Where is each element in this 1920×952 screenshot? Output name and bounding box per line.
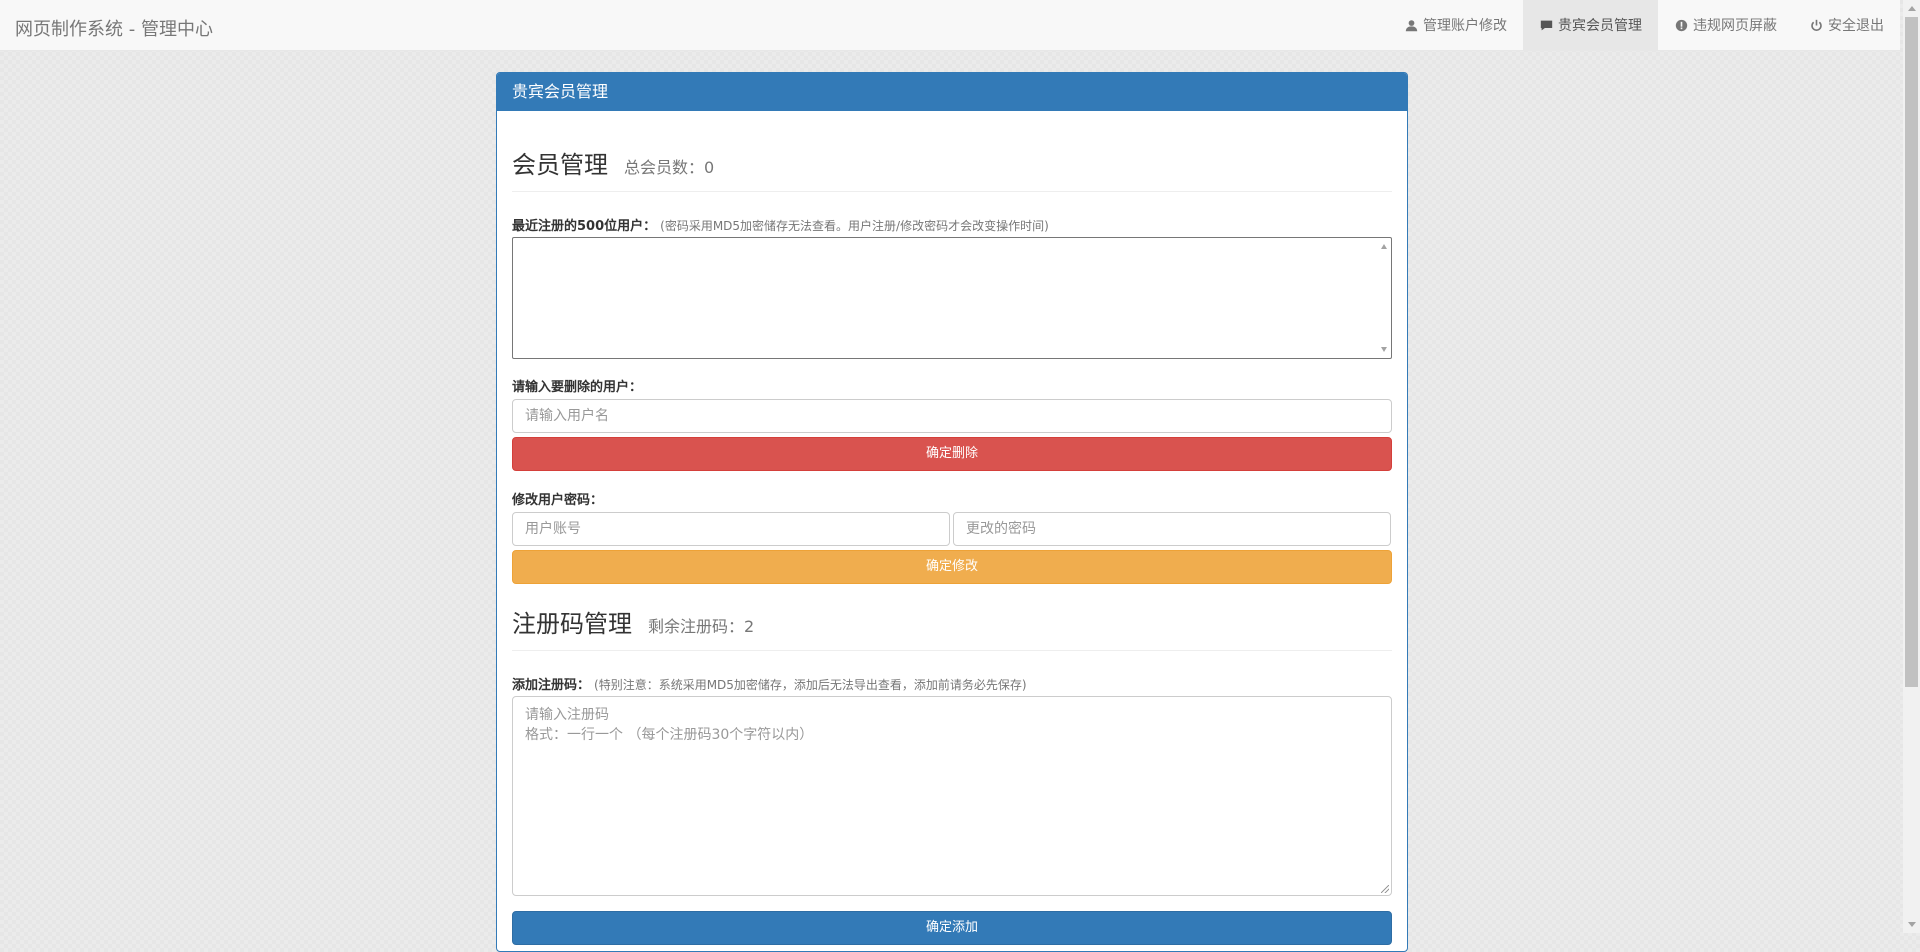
exclamation-sign-icon [1674, 18, 1688, 32]
add-codes-label: 添加注册码： (特别注意：系统采用MD5加密储存，添加后无法导出查看，添加前请务必… [512, 674, 1027, 693]
codes-title: 注册码管理 [512, 610, 632, 638]
nav-item-logout[interactable]: 安全退出 [1793, 0, 1900, 50]
panel-heading: 贵宾会员管理 [497, 73, 1407, 111]
nav-item-admin-account[interactable]: 管理账户修改 [1388, 0, 1523, 50]
scroll-down-arrow-icon[interactable] [1908, 922, 1916, 927]
textarea-scrollbar[interactable] [1377, 238, 1391, 358]
nav-item-label: 贵宾会员管理 [1558, 18, 1642, 34]
registration-codes-textarea[interactable]: 请输入注册码 格式：一行一个 （每个注册码30个字符以内） [512, 696, 1392, 896]
codes-section-header: 注册码管理 剩余注册码：2 [512, 604, 754, 639]
top-navbar: 网页制作系统 - 管理中心 管理账户修改 贵宾会员管理 违规网页屏蔽 安全退出 [0, 0, 1900, 51]
confirm-delete-button[interactable]: 确定删除 [512, 437, 1392, 471]
nav-item-label: 管理账户修改 [1423, 18, 1507, 34]
recent-users-hint: (密码采用MD5加密储存无法查看。用户注册/修改密码才会改变操作时间) [660, 219, 1049, 233]
vip-management-panel: 贵宾会员管理 会员管理 总会员数：0 最近注册的500位用户： (密码采用MD5加… [496, 72, 1408, 952]
divider [512, 191, 1392, 192]
scroll-up-arrow-icon[interactable] [1381, 244, 1387, 249]
recent-users-textarea[interactable] [512, 237, 1392, 359]
nav-item-label: 安全退出 [1828, 18, 1884, 34]
delete-user-label: 请输入要删除的用户： [512, 380, 643, 395]
nav-menu: 管理账户修改 贵宾会员管理 违规网页屏蔽 安全退出 [1388, 0, 1900, 51]
resize-handle-icon[interactable] [1381, 885, 1389, 893]
change-password-label: 修改用户密码： [512, 493, 604, 508]
confirm-add-button[interactable]: 确定添加 [512, 911, 1392, 945]
add-codes-label-text: 添加注册码： [512, 678, 591, 693]
comment-icon [1539, 18, 1553, 32]
user-account-input[interactable] [512, 512, 950, 546]
scroll-down-arrow-icon[interactable] [1381, 347, 1387, 352]
nav-item-block-pages[interactable]: 违规网页屏蔽 [1658, 0, 1793, 50]
member-count: 总会员数：0 [624, 158, 715, 177]
codes-placeholder: 请输入注册码 格式：一行一个 （每个注册码30个字符以内） [525, 707, 814, 743]
recent-users-label: 最近注册的500位用户： (密码采用MD5加密储存无法查看。用户注册/修改密码才会… [512, 215, 1049, 234]
brand-title[interactable]: 网页制作系统 - 管理中心 [15, 15, 213, 41]
divider [512, 650, 1392, 651]
add-codes-hint: (特别注意：系统采用MD5加密储存，添加后无法导出查看，添加前请务必先保存) [594, 678, 1027, 692]
scrollbar-thumb[interactable] [1905, 17, 1918, 687]
power-icon [1809, 18, 1823, 32]
recent-users-label-text: 最近注册的500位用户： [512, 219, 657, 234]
new-password-input[interactable] [953, 512, 1391, 546]
user-icon [1404, 18, 1418, 32]
delete-username-input[interactable] [512, 399, 1392, 433]
confirm-modify-button[interactable]: 确定修改 [512, 550, 1392, 584]
nav-item-label: 违规网页屏蔽 [1693, 18, 1777, 34]
nav-item-vip-members[interactable]: 贵宾会员管理 [1523, 0, 1658, 50]
scroll-up-arrow-icon[interactable] [1908, 6, 1916, 11]
remaining-codes: 剩余注册码：2 [648, 617, 755, 636]
members-title: 会员管理 [512, 151, 608, 179]
members-section-header: 会员管理 总会员数：0 [512, 145, 714, 180]
page-scrollbar[interactable] [1903, 0, 1920, 933]
